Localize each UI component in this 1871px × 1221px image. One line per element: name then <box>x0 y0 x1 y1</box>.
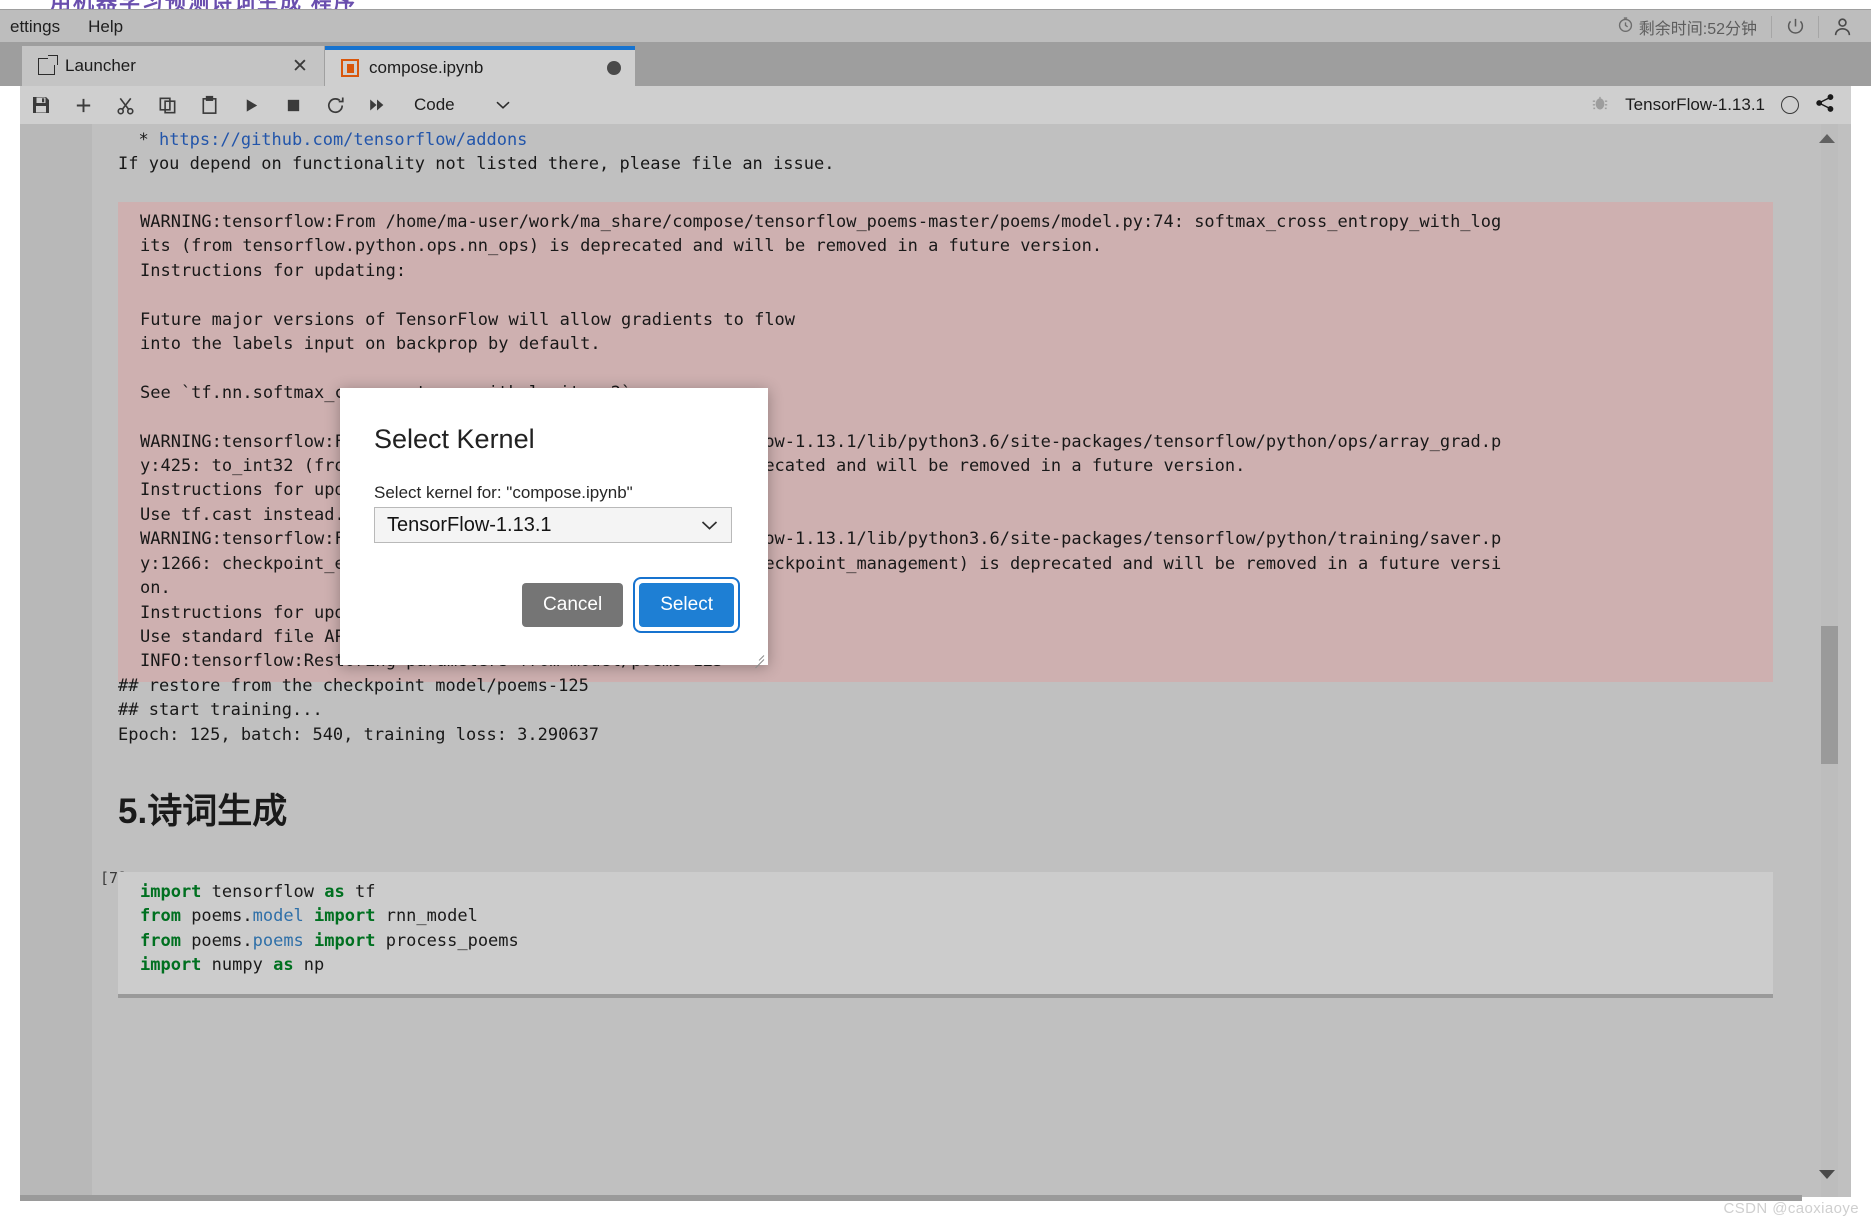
cell-type-label: Code <box>414 95 455 114</box>
stream-output-plain: * https://github.com/tensorflow/addons I… <box>118 128 834 177</box>
restart-icon[interactable] <box>314 86 356 124</box>
close-icon[interactable]: ✕ <box>290 55 310 78</box>
remaining-time-text: 剩余时间:52分钟 <box>1638 20 1757 38</box>
markdown-heading-5: 5.诗词生成 <box>118 792 288 831</box>
chevron-down-icon <box>700 514 719 537</box>
jupyterlab-window: 用机器学习预测诗词生成 程序 ettings Help 剩余时间:52分钟 <box>0 0 1871 1221</box>
kernel-idle-circle-icon[interactable] <box>1781 96 1799 114</box>
addons-link[interactable]: https://github.com/tensorflow/addons <box>159 130 527 150</box>
run-all-icon[interactable] <box>356 86 398 124</box>
paste-icon[interactable] <box>188 86 230 124</box>
run-icon[interactable] <box>230 86 272 124</box>
menu-item-settings[interactable]: ettings <box>0 10 74 43</box>
page-top-sliver: 用机器学习预测诗词生成 程序 <box>0 0 1871 9</box>
remaining-time-indicator: 剩余时间:52分钟 <box>1603 15 1771 39</box>
dialog-title: Select Kernel <box>374 424 535 454</box>
launcher-icon <box>38 54 58 75</box>
kernel-name-label[interactable]: TensorFlow-1.13.1 <box>1625 95 1765 115</box>
chevron-down-icon <box>495 95 511 115</box>
code-cell-source: import tensorflow as tf from poems.model… <box>140 882 519 976</box>
notebook-toolbar: Code TensorFlow-1.13.1 <box>20 86 1851 125</box>
output-line-2: If you depend on functionality not liste… <box>118 154 835 175</box>
scroll-down-arrow-icon[interactable] <box>1819 1170 1835 1179</box>
copy-icon[interactable] <box>146 86 188 124</box>
dialog-subtitle: Select kernel for: "compose.ipynb" <box>374 483 633 502</box>
power-icon[interactable] <box>1772 10 1818 43</box>
clock-icon <box>1617 16 1634 38</box>
notebook-icon <box>341 59 359 77</box>
vertical-scrollbar-thumb[interactable] <box>1821 626 1838 764</box>
debug-icon[interactable] <box>1591 94 1609 117</box>
menubar-right-group: 剩余时间:52分钟 <box>1603 10 1871 43</box>
add-cell-icon[interactable] <box>62 86 104 124</box>
cancel-button[interactable]: Cancel <box>522 583 624 627</box>
kernel-select-value: TensorFlow-1.13.1 <box>387 513 552 536</box>
window-bottom-shadow <box>20 1195 1802 1201</box>
cut-icon[interactable] <box>104 86 146 124</box>
output-bullet-prefix: * <box>118 130 159 150</box>
scroll-up-arrow-icon[interactable] <box>1819 134 1835 143</box>
select-button-focus-ring: Select <box>633 577 740 633</box>
notebook-left-gutter <box>20 124 92 1197</box>
unsaved-changes-dot-icon[interactable] <box>607 61 621 75</box>
menu-item-help[interactable]: Help <box>74 10 137 43</box>
tab-compose-ipynb[interactable]: compose.ipynb <box>325 46 635 86</box>
cell-type-dropdown[interactable]: Code <box>414 95 511 115</box>
dialog-resize-handle[interactable] <box>752 649 764 661</box>
select-kernel-dialog: Select Kernel Select kernel for: "compos… <box>340 388 768 665</box>
toolbar-right-group: TensorFlow-1.13.1 <box>1591 93 1851 118</box>
tabbar: Launcher ✕ compose.ipynb <box>0 42 1871 86</box>
tab-launcher-label: Launcher <box>65 56 136 75</box>
tab-launcher[interactable]: Launcher ✕ <box>22 46 325 86</box>
save-icon[interactable] <box>20 86 62 124</box>
code-cell-input[interactable]: import tensorflow as tf from poems.model… <box>118 872 1773 998</box>
watermark-label: CSDN @caoxiaoye <box>1723 1200 1859 1217</box>
menubar: ettings Help 剩余时间:52分钟 <box>0 9 1871 43</box>
page-top-sliver-text: 用机器学习预测诗词生成 程序 <box>50 0 357 9</box>
stream-output-training: ## restore from the checkpoint model/poe… <box>118 676 600 745</box>
notebook-scroll-area[interactable]: * https://github.com/tensorflow/addons I… <box>20 124 1851 1197</box>
dialog-button-row: Cancel Select <box>522 577 740 633</box>
kernel-select-dropdown[interactable]: TensorFlow-1.13.1 <box>374 507 732 543</box>
tab-compose-label: compose.ipynb <box>369 58 484 77</box>
user-icon[interactable] <box>1819 10 1865 43</box>
stop-icon[interactable] <box>272 86 314 124</box>
select-button[interactable]: Select <box>639 583 734 627</box>
share-icon[interactable] <box>1815 93 1835 118</box>
